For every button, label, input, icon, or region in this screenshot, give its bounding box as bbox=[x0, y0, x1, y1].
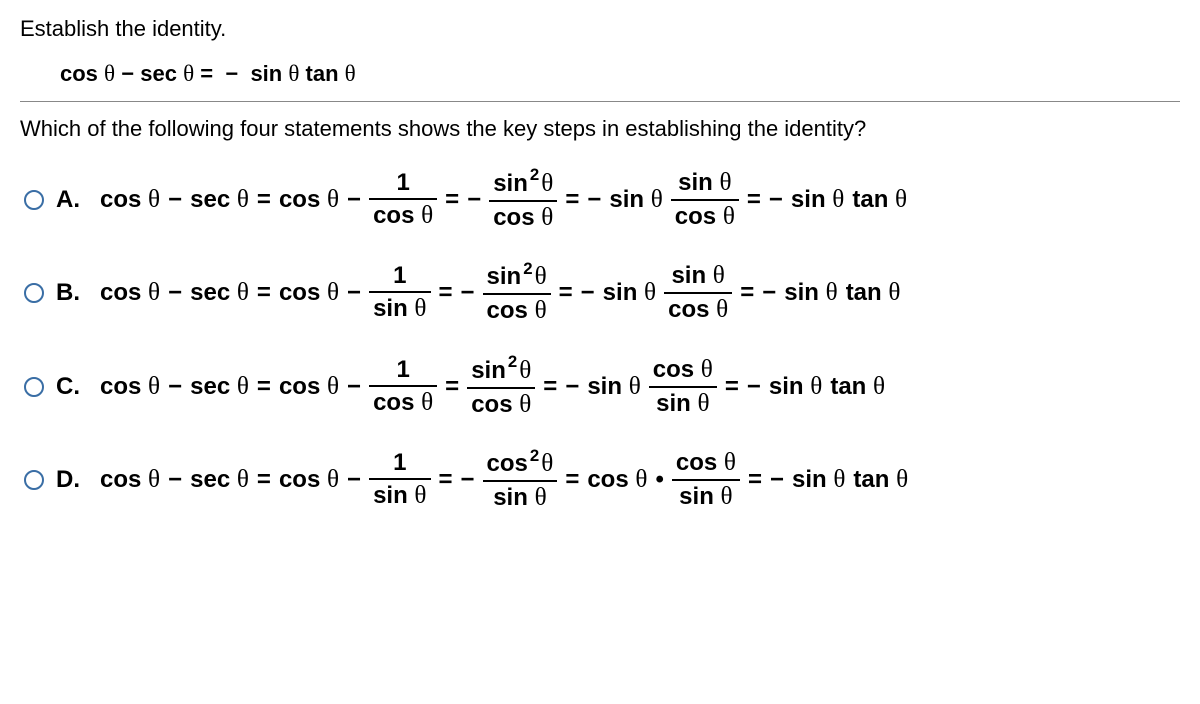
radio-c[interactable] bbox=[24, 377, 44, 397]
option-c-label: C. bbox=[56, 373, 84, 401]
radio-d[interactable] bbox=[24, 470, 44, 490]
options-group: A. cos θ − sec θ = cos θ − 1 cos θ = − s… bbox=[20, 168, 1180, 512]
option-b[interactable]: B. cos θ − sec θ = cos θ − 1 sin θ = − s… bbox=[24, 261, 1180, 324]
option-d-expression: cos θ − sec θ = cos θ − 1 sin θ = − cos2… bbox=[96, 448, 912, 511]
option-d[interactable]: D. cos θ − sec θ = cos θ − 1 sin θ = − c… bbox=[24, 448, 1180, 511]
option-c[interactable]: C. cos θ − sec θ = cos θ − 1 cos θ = sin… bbox=[24, 355, 1180, 418]
question-text: Which of the following four statements s… bbox=[20, 116, 1180, 142]
identity-expression: cos θ − sec θ = − sin θ tan θ bbox=[20, 60, 1180, 87]
radio-b[interactable] bbox=[24, 283, 44, 303]
divider bbox=[20, 101, 1180, 102]
prompt-text: Establish the identity. bbox=[20, 16, 1180, 42]
option-a-label: A. bbox=[56, 186, 84, 214]
option-c-expression: cos θ − sec θ = cos θ − 1 cos θ = sin2θ … bbox=[96, 355, 889, 418]
radio-a[interactable] bbox=[24, 190, 44, 210]
option-a-expression: cos θ − sec θ = cos θ − 1 cos θ = − sin2… bbox=[96, 168, 911, 231]
option-b-expression: cos θ − sec θ = cos θ − 1 sin θ = − sin2… bbox=[96, 261, 904, 324]
option-d-label: D. bbox=[56, 466, 84, 494]
option-a[interactable]: A. cos θ − sec θ = cos θ − 1 cos θ = − s… bbox=[24, 168, 1180, 231]
option-b-label: B. bbox=[56, 279, 84, 307]
